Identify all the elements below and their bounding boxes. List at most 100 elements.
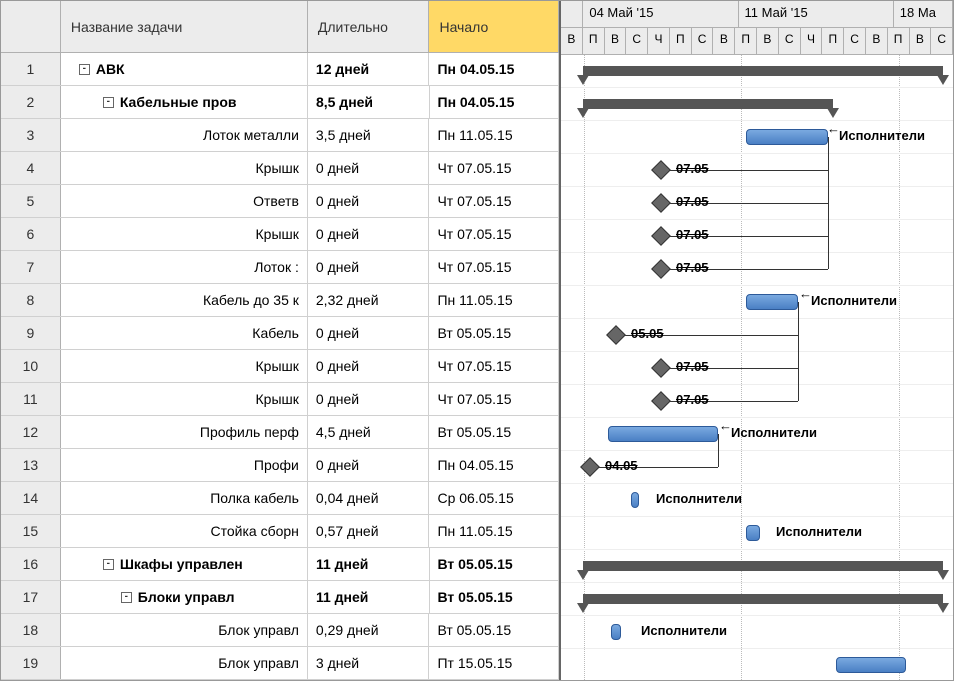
task-start[interactable]: Чт 07.05.15: [429, 218, 559, 250]
task-duration[interactable]: 2,32 дней: [308, 284, 430, 316]
task-row[interactable]: 16-Шкафы управлен11 днейВт 05.05.15: [1, 548, 559, 581]
task-start[interactable]: Вт 05.05.15: [429, 317, 559, 349]
task-row[interactable]: 13Профи0 днейПн 04.05.15: [1, 449, 559, 482]
gantt-row[interactable]: Исполнители: [561, 616, 953, 649]
gantt-row[interactable]: ←Исполнители: [561, 418, 953, 451]
row-number[interactable]: 3: [1, 119, 61, 151]
task-start[interactable]: Пн 11.05.15: [429, 119, 559, 151]
task-duration[interactable]: 0 дней: [308, 185, 430, 217]
task-row[interactable]: 8Кабель до 35 к2,32 днейПн 11.05.15: [1, 284, 559, 317]
task-name-cell[interactable]: Профи: [61, 449, 308, 481]
row-number[interactable]: 17: [1, 581, 61, 613]
gantt-row[interactable]: [561, 55, 953, 88]
task-duration[interactable]: 3,5 дней: [308, 119, 430, 151]
task-row[interactable]: 17-Блоки управл11 днейВт 05.05.15: [1, 581, 559, 614]
task-name-cell[interactable]: -Блоки управл: [61, 581, 308, 613]
collapse-icon[interactable]: -: [79, 64, 90, 75]
task-bar[interactable]: [608, 426, 718, 442]
col-header-duration[interactable]: Длительно: [308, 1, 430, 53]
collapse-icon[interactable]: -: [103, 559, 114, 570]
task-start[interactable]: Пн 11.05.15: [429, 515, 559, 547]
task-start[interactable]: Вт 05.05.15: [429, 416, 559, 448]
collapse-icon[interactable]: -: [121, 592, 132, 603]
task-duration[interactable]: 8,5 дней: [308, 86, 430, 118]
gantt-row[interactable]: 04.05: [561, 451, 953, 484]
gantt-row[interactable]: [561, 649, 953, 680]
task-duration[interactable]: 0 дней: [308, 152, 430, 184]
task-row[interactable]: 12Профиль перф4,5 днейВт 05.05.15: [1, 416, 559, 449]
summary-bar[interactable]: [583, 561, 943, 571]
row-number[interactable]: 2: [1, 86, 61, 118]
task-duration[interactable]: 0,57 дней: [308, 515, 430, 547]
milestone-icon[interactable]: [651, 226, 671, 246]
task-row[interactable]: 11Крышк0 днейЧт 07.05.15: [1, 383, 559, 416]
row-number[interactable]: 10: [1, 350, 61, 382]
task-name-cell[interactable]: Крышк: [61, 152, 308, 184]
task-duration[interactable]: 0 дней: [308, 251, 430, 283]
gantt-row[interactable]: ←Исполнители: [561, 286, 953, 319]
task-name-cell[interactable]: Блок управл: [61, 647, 308, 679]
task-start[interactable]: Пн 04.05.15: [429, 53, 559, 85]
row-number[interactable]: 15: [1, 515, 61, 547]
task-row[interactable]: 15Стойка сборн0,57 днейПн 11.05.15: [1, 515, 559, 548]
row-number[interactable]: 14: [1, 482, 61, 514]
task-bar[interactable]: [746, 129, 828, 145]
summary-bar[interactable]: [583, 99, 833, 109]
task-duration[interactable]: 11 дней: [308, 548, 430, 580]
task-row[interactable]: 7Лоток :0 днейЧт 07.05.15: [1, 251, 559, 284]
task-start[interactable]: Чт 07.05.15: [429, 383, 559, 415]
task-start[interactable]: Чт 07.05.15: [429, 251, 559, 283]
task-start[interactable]: Пт 15.05.15: [429, 647, 559, 679]
task-name-cell[interactable]: Стойка сборн: [61, 515, 308, 547]
row-number[interactable]: 6: [1, 218, 61, 250]
task-row[interactable]: 14Полка кабель0,04 днейСр 06.05.15: [1, 482, 559, 515]
summary-bar[interactable]: [583, 594, 943, 604]
col-header-num[interactable]: [1, 1, 61, 53]
task-name-cell[interactable]: Кабель до 35 к: [61, 284, 308, 316]
row-number[interactable]: 7: [1, 251, 61, 283]
milestone-icon[interactable]: [651, 259, 671, 279]
milestone-icon[interactable]: [580, 457, 600, 477]
task-duration[interactable]: 3 дней: [308, 647, 430, 679]
task-row[interactable]: 2-Кабельные пров8,5 днейПн 04.05.15: [1, 86, 559, 119]
task-name-cell[interactable]: Лоток :: [61, 251, 308, 283]
task-bar[interactable]: [611, 624, 621, 640]
task-name-cell[interactable]: Ответв: [61, 185, 308, 217]
row-number[interactable]: 19: [1, 647, 61, 679]
milestone-icon[interactable]: [606, 325, 626, 345]
milestone-icon[interactable]: [651, 193, 671, 213]
task-duration[interactable]: 0 дней: [308, 350, 430, 382]
row-number[interactable]: 16: [1, 548, 61, 580]
task-name-cell[interactable]: Кабель: [61, 317, 308, 349]
row-number[interactable]: 18: [1, 614, 61, 646]
task-name-cell[interactable]: Блок управл: [61, 614, 308, 646]
col-header-name[interactable]: Название задачи: [61, 1, 308, 53]
row-number[interactable]: 4: [1, 152, 61, 184]
row-number[interactable]: 11: [1, 383, 61, 415]
task-duration[interactable]: 0,04 дней: [308, 482, 430, 514]
task-row[interactable]: 1-АВК12 днейПн 04.05.15: [1, 53, 559, 86]
task-name-cell[interactable]: Полка кабель: [61, 482, 308, 514]
task-name-cell[interactable]: Крышк: [61, 350, 308, 382]
task-name-cell[interactable]: Профиль перф: [61, 416, 308, 448]
task-name-cell[interactable]: Лоток металли: [61, 119, 308, 151]
row-number[interactable]: 5: [1, 185, 61, 217]
summary-bar[interactable]: [583, 66, 943, 76]
task-start[interactable]: Чт 07.05.15: [429, 350, 559, 382]
task-row[interactable]: 6Крышк0 днейЧт 07.05.15: [1, 218, 559, 251]
gantt-body[interactable]: ←Исполнители07.0507.0507.0507.05←Исполни…: [561, 55, 953, 680]
row-number[interactable]: 12: [1, 416, 61, 448]
row-number[interactable]: 13: [1, 449, 61, 481]
task-duration[interactable]: 0 дней: [308, 317, 430, 349]
task-bar[interactable]: [836, 657, 906, 673]
task-start[interactable]: Вт 05.05.15: [430, 548, 560, 580]
task-bar[interactable]: [746, 294, 798, 310]
gantt-row[interactable]: ←Исполнители: [561, 121, 953, 154]
gantt-row[interactable]: [561, 550, 953, 583]
task-bar[interactable]: [631, 492, 639, 508]
task-start[interactable]: Чт 07.05.15: [429, 185, 559, 217]
row-number[interactable]: 9: [1, 317, 61, 349]
task-duration[interactable]: 0,29 дней: [308, 614, 430, 646]
task-start[interactable]: Пн 11.05.15: [429, 284, 559, 316]
milestone-icon[interactable]: [651, 160, 671, 180]
